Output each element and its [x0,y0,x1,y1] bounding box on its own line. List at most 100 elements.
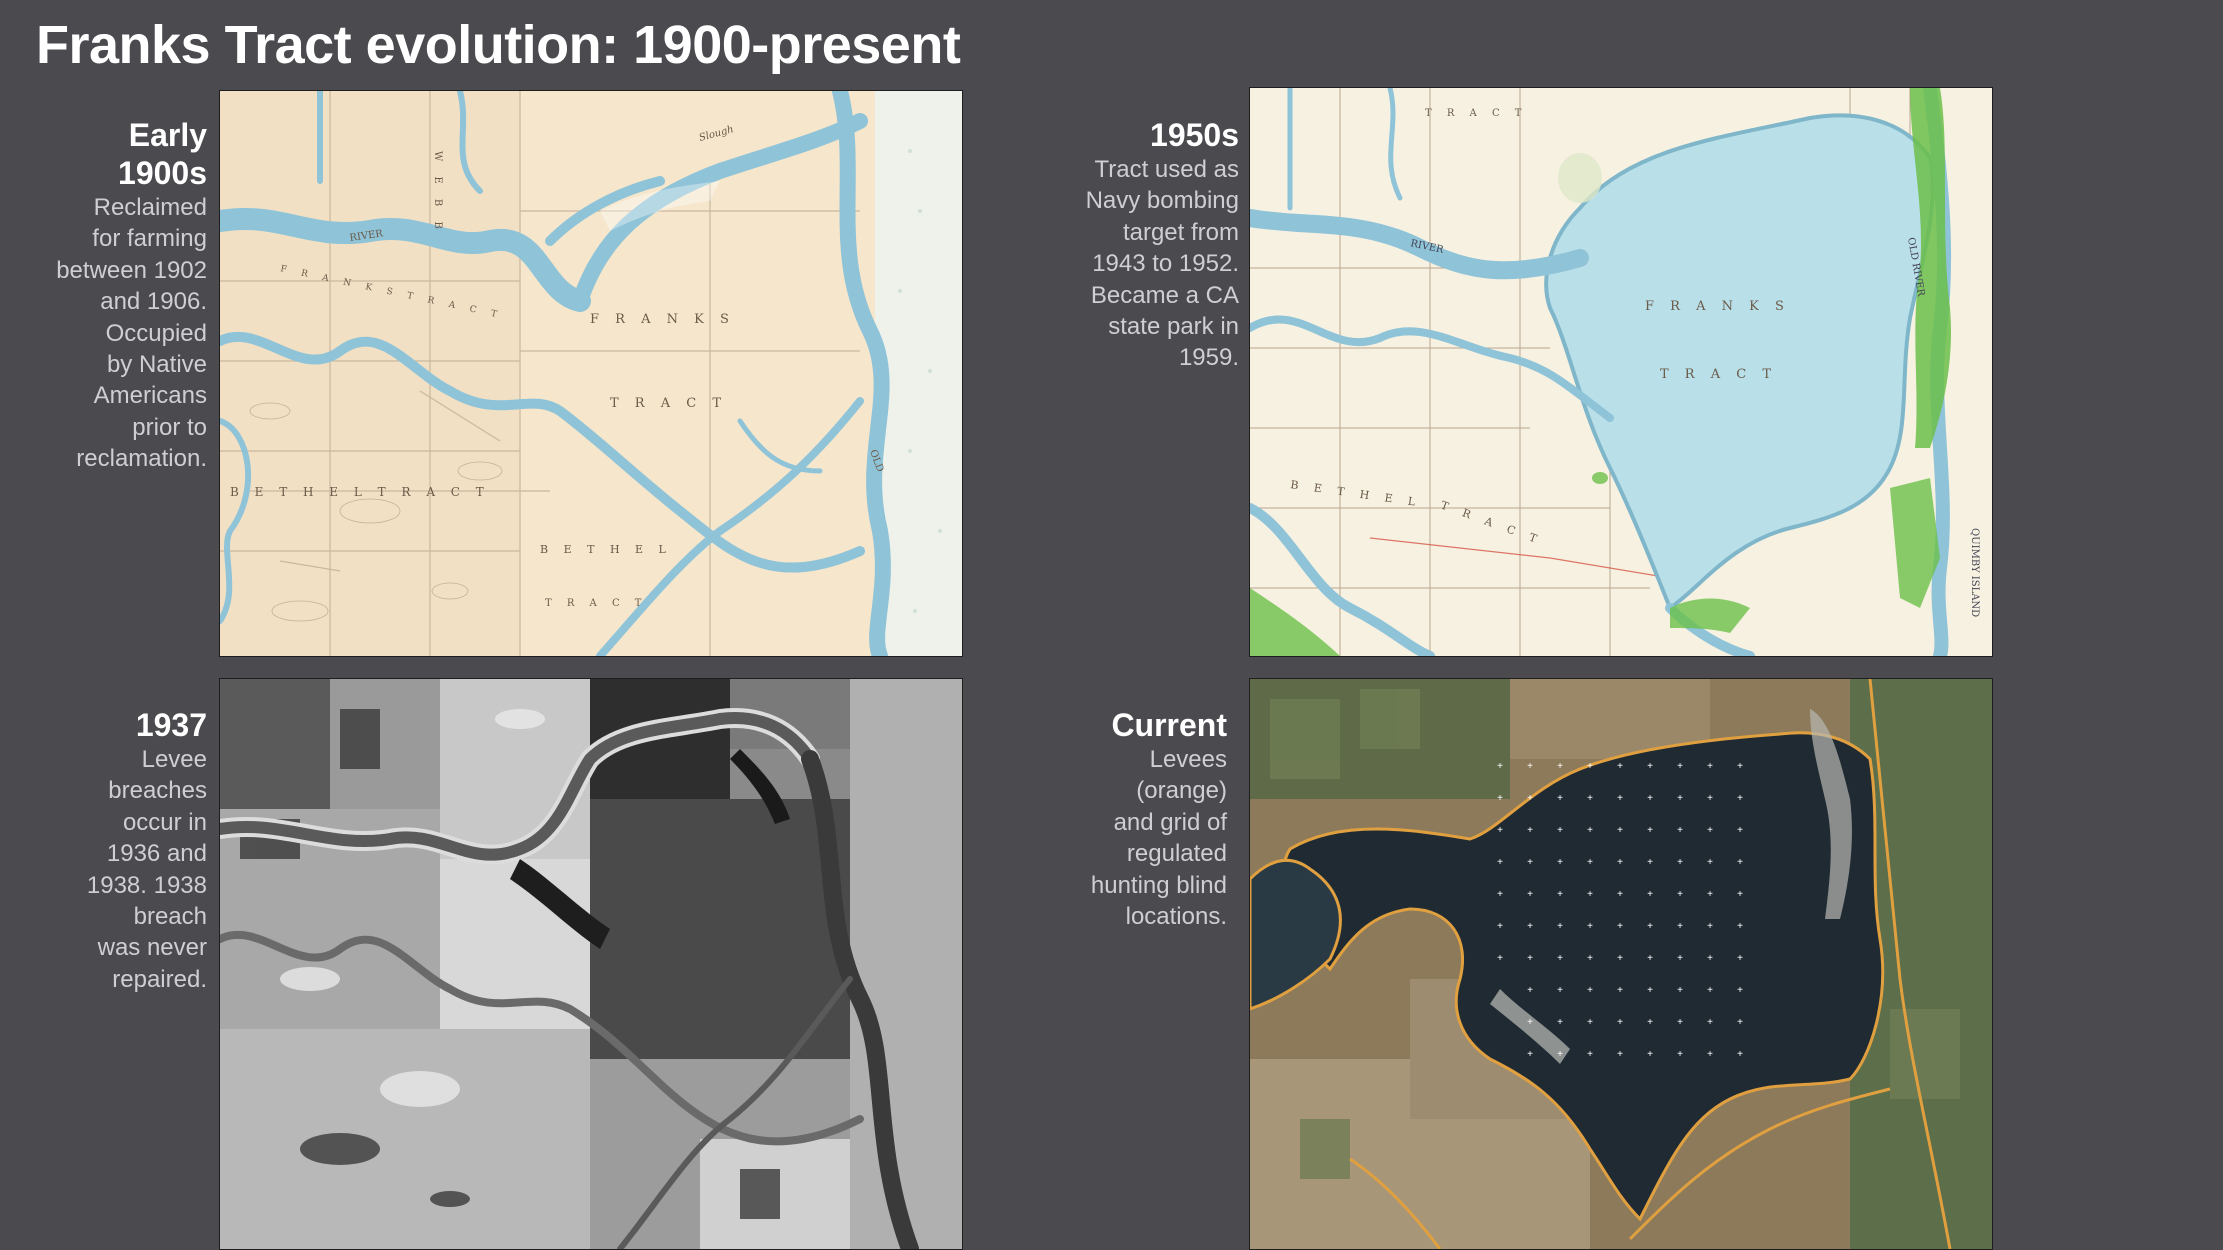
hunting-blind-marker: + [1527,857,1533,868]
hunting-blind-marker: + [1677,889,1683,900]
hunting-blind-marker: + [1647,889,1653,900]
caption-heading: 1937 [135,707,207,743]
hunting-blind-marker: + [1677,857,1683,868]
caption-heading: 1950s [1150,117,1239,153]
hunting-blind-marker: + [1737,857,1743,868]
hunting-blind-marker: + [1617,889,1623,900]
map-label-tract: T R A C T [1660,367,1777,382]
hunting-blind-marker: + [1647,1049,1653,1060]
hunting-blind-marker: + [1557,1049,1563,1060]
map-label-bethel-tract: B E T H E L T R A C T [230,485,490,499]
hunting-blind-marker: + [1647,857,1653,868]
hunting-blind-marker: + [1707,1049,1713,1060]
hunting-blind-marker: + [1707,953,1713,964]
hunting-blind-marker: + [1617,921,1623,932]
hunting-blind-marker: + [1527,985,1533,996]
hunting-blind-marker: + [1707,921,1713,932]
hunting-blind-marker: + [1617,953,1623,964]
map-early-1900s: F R A N K S T R A C T B E T H E L T R A … [219,90,963,657]
hunting-blind-marker: + [1587,857,1593,868]
hunting-blind-marker: + [1737,889,1743,900]
hunting-blind-marker: + [1617,1049,1623,1060]
satellite-current: + + + + + + + + + + + + + + + + + + + + + + + + + + + + + + + + + + + + + + + +… [1249,678,1993,1250]
caption-1937: 1937 Levee breaches occur in 1936 and 19… [7,706,207,995]
caption-heading: Early 1900s [118,117,207,191]
hunting-blind-marker: + [1737,1049,1743,1060]
hunting-blind-marker: + [1587,761,1593,772]
hunting-blind-marker: + [1557,1017,1563,1028]
hunting-blind-marker: + [1647,985,1653,996]
hunting-blind-marker: + [1527,825,1533,836]
hunting-blind-marker: + [1737,1017,1743,1028]
hunting-blind-marker: + [1707,825,1713,836]
hunting-blind-marker: + [1557,761,1563,772]
hunting-blind-marker: + [1707,985,1713,996]
map-1950s: F R A N K S T R A C T B E T H E L T R A … [1249,87,1993,657]
hunting-blind-marker: + [1557,793,1563,804]
hunting-blind-marker: + [1707,857,1713,868]
hunting-blind-marker: + [1617,857,1623,868]
hunting-blind-marker: + [1677,1017,1683,1028]
caption-heading: Current [1111,707,1227,743]
map-label-franks: F R A N K S [590,312,735,327]
hunting-blind-marker: + [1677,761,1683,772]
map-label-webb: W E B B [432,151,443,235]
hunting-blind-marker: + [1497,857,1503,868]
caption-body: Levee breaches occur in 1936 and 1938. 1… [86,746,207,993]
hunting-blind-marker: + [1587,953,1593,964]
hunting-blind-marker: + [1497,921,1503,932]
caption-current: Current Levees (orange) and grid of regu… [1007,706,1227,932]
hunting-blind-marker: + [1707,793,1713,804]
hunting-blind-marker: + [1647,825,1653,836]
hunting-blind-marker: + [1557,985,1563,996]
hunting-blind-marker: + [1677,921,1683,932]
hunting-blind-marker: + [1647,953,1653,964]
hunting-blind-marker: + [1587,825,1593,836]
hunting-blind-marker: + [1677,825,1683,836]
hunting-blind-marker: + [1617,985,1623,996]
hunting-blind-marker: + [1527,889,1533,900]
hunting-blind-marker: + [1587,1049,1593,1060]
hunting-blind-marker: + [1737,985,1743,996]
hunting-blind-marker: + [1557,857,1563,868]
map-label-franks: F R A N K S [1645,299,1790,314]
hunting-blind-marker: + [1677,985,1683,996]
hunting-blind-marker: + [1497,953,1503,964]
hunting-blind-marker: + [1677,793,1683,804]
caption-body: Levees (orange) and grid of regulated hu… [1090,746,1227,931]
hunting-blind-marker: + [1737,825,1743,836]
slide-title: Franks Tract evolution: 1900-present [36,15,961,75]
hunting-blind-marker: + [1737,953,1743,964]
hunting-blind-marker: + [1617,825,1623,836]
hunting-blind-marker: + [1617,793,1623,804]
hunting-blind-marker: + [1527,921,1533,932]
hunting-blind-marker: + [1737,761,1743,772]
hunting-blind-marker: + [1647,921,1653,932]
hunting-blind-marker: + [1587,985,1593,996]
hunting-blind-marker: + [1557,921,1563,932]
hunting-blind-marker: + [1497,825,1503,836]
hunting-blind-marker: + [1677,1049,1683,1060]
hunting-blind-marker: + [1617,761,1623,772]
hunting-blind-marker: + [1707,761,1713,772]
hunting-blind-marker: + [1497,793,1503,804]
hunting-blind-marker: + [1647,1017,1653,1028]
hunting-blind-marker: + [1587,793,1593,804]
hunting-blind-marker: + [1527,793,1533,804]
hunting-blind-marker: + [1497,761,1503,772]
hunting-blind-marker: + [1647,793,1653,804]
hunting-blind-marker: + [1557,889,1563,900]
map-label-tract-top: T R A C T [1425,108,1527,119]
hunting-blind-marker: + [1527,1017,1533,1028]
map-label-bethel: B E T H E L [540,543,672,556]
caption-early-1900s: Early 1900s Reclaimed for farming betwee… [7,116,207,475]
hunting-blind-marker: + [1527,761,1533,772]
caption-body: Tract used as Navy bombing target from 1… [1085,156,1239,372]
hunting-blind-marker: + [1737,793,1743,804]
hunting-blind-marker: + [1587,921,1593,932]
hunting-blind-marker: + [1557,953,1563,964]
caption-1950s: 1950s Tract used as Navy bombing target … [1019,116,1239,374]
hunting-blind-marker: + [1527,953,1533,964]
hunting-blind-marker: + [1737,921,1743,932]
hunting-blind-marker: + [1617,1017,1623,1028]
